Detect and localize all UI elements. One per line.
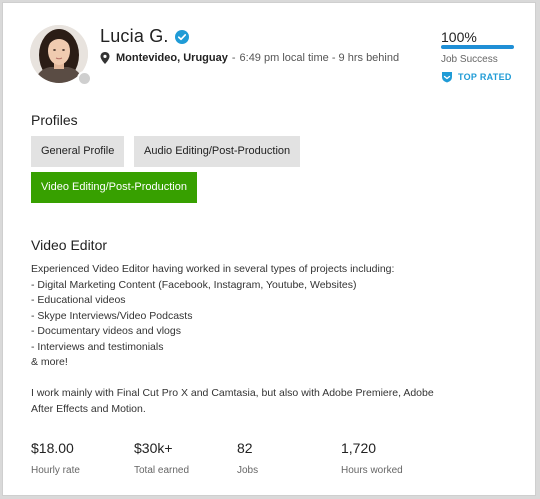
- shield-icon: [442, 72, 452, 83]
- description-line: & more!: [31, 356, 68, 368]
- profile-tab-video-editing[interactable]: Video Editing/Post-Production: [31, 172, 197, 203]
- stat-value: 82: [237, 440, 253, 456]
- local-time: 6:49 pm local time - 9 hrs behind: [239, 52, 400, 64]
- stats-row: $18.00 Hourly rate $30k+ Total earned 82…: [31, 440, 511, 480]
- role-description: Experienced Video Editor having worked i…: [31, 262, 516, 417]
- stat-value: 1,720: [341, 440, 377, 456]
- freelancer-profile-card: Lucia G. Montevideo, Uruguay - 6:49 pm l…: [2, 2, 536, 496]
- stat-total-earned: $30k+ Total earned: [134, 440, 189, 476]
- profile-tab-general[interactable]: General Profile: [31, 136, 125, 167]
- location-separator: -: [231, 52, 236, 64]
- stat-value: $30k+: [134, 440, 173, 456]
- description-line: - Interviews and testimonials: [31, 340, 164, 353]
- description-line: After Effects and Motion.: [31, 402, 146, 415]
- location-pin-icon: [100, 52, 110, 64]
- location-city: Montevideo, Uruguay: [116, 52, 228, 64]
- job-success-label: Job Success: [441, 54, 498, 65]
- description-line: - Digital Marketing Content (Facebook, I…: [31, 278, 357, 291]
- job-success-bar-fill: [441, 45, 514, 49]
- role-title: Video Editor: [31, 237, 108, 253]
- job-success-bar: [441, 45, 514, 49]
- stat-label: Hourly rate: [31, 465, 80, 476]
- location-row: Montevideo, Uruguay - 6:49 pm local time…: [100, 52, 399, 64]
- description-line: [31, 371, 516, 387]
- description-line: I work mainly with Final Cut Pro X and C…: [31, 387, 434, 399]
- freelancer-name[interactable]: Lucia G.: [100, 26, 169, 47]
- name-row: Lucia G.: [100, 26, 189, 47]
- job-success-percent: 100%: [441, 29, 477, 45]
- stat-hourly-rate: $18.00 Hourly rate: [31, 440, 80, 476]
- stat-label: Jobs: [237, 465, 259, 476]
- stat-jobs: 82 Jobs: [237, 440, 258, 476]
- top-rated-badge: TOP RATED: [441, 71, 512, 83]
- description-line: - Skype Interviews/Video Podcasts: [31, 309, 193, 322]
- stat-label: Total earned: [134, 465, 190, 476]
- description-line: - Documentary videos and vlogs: [31, 325, 181, 337]
- presence-indicator: [77, 71, 92, 86]
- profile-tab-audio-editing[interactable]: Audio Editing/Post-Production: [134, 136, 301, 167]
- stat-label: Hours worked: [341, 465, 403, 476]
- verified-check-icon: [174, 29, 189, 44]
- description-line: - Educational videos: [31, 294, 126, 306]
- description-line: Experienced Video Editor having worked i…: [31, 263, 395, 275]
- profiles-heading: Profiles: [31, 112, 78, 128]
- stat-value: $18.00: [31, 440, 74, 456]
- top-rated-label: TOP RATED: [458, 72, 512, 82]
- stat-hours-worked: 1,720 Hours worked: [341, 440, 403, 476]
